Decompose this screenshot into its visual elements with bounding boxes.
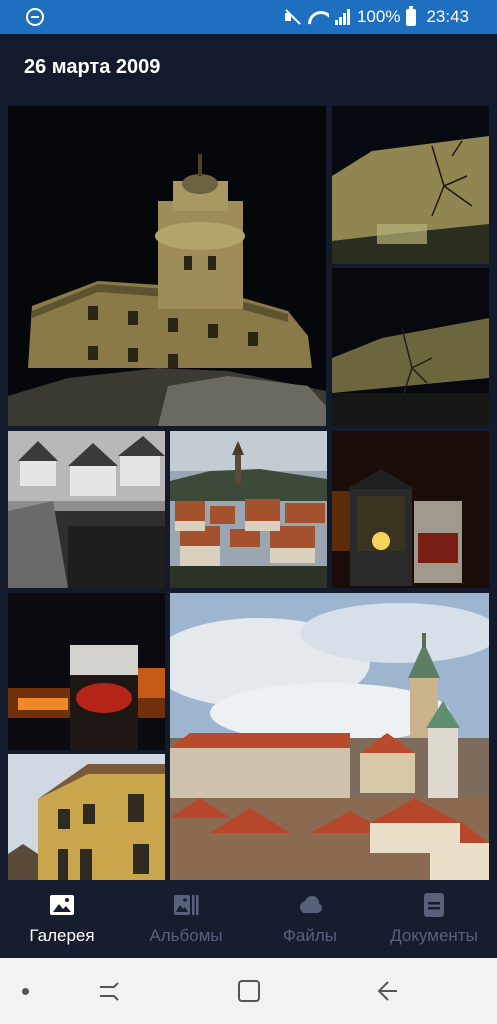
battery-icon xyxy=(406,5,417,26)
bottom-navigation: Галерея Альбомы Файлы Документы xyxy=(0,880,497,958)
image-icon xyxy=(50,895,74,915)
do-not-disturb-icon xyxy=(26,8,44,26)
nav-documents-label: Документы xyxy=(390,926,478,945)
dot-indicator xyxy=(22,988,29,995)
status-bar: 100% 23:43 xyxy=(0,0,497,34)
back-icon[interactable] xyxy=(374,978,400,1004)
status-icons: 100% 23:43 xyxy=(283,5,469,29)
signal-icon xyxy=(334,9,351,25)
nav-gallery[interactable]: Галерея xyxy=(10,880,114,958)
date-title: 26 марта 2009 xyxy=(24,56,161,78)
photo-castle-tower-day[interactable] xyxy=(170,593,489,880)
photo-yellow-house[interactable] xyxy=(8,754,165,880)
photo-castle-tower-night[interactable] xyxy=(8,106,326,426)
nav-files[interactable]: Файлы xyxy=(258,880,362,958)
clock: 23:43 xyxy=(426,7,469,26)
photo-lantern-beer[interactable] xyxy=(332,431,489,588)
document-icon xyxy=(424,893,444,917)
photo-castle-wall-night[interactable] xyxy=(332,106,489,264)
albums-icon xyxy=(174,895,199,915)
wifi-icon xyxy=(307,9,329,25)
nav-albums[interactable]: Альбомы xyxy=(134,880,238,958)
cloud-icon xyxy=(300,896,322,913)
nav-gallery-label: Галерея xyxy=(29,926,95,945)
nav-albums-label: Альбомы xyxy=(149,926,223,945)
photo-town-panorama[interactable] xyxy=(170,431,327,588)
mute-icon xyxy=(283,9,301,25)
battery-percent: 100% xyxy=(356,7,401,26)
photo-castle-river-night[interactable] xyxy=(332,268,489,426)
recent-apps-icon[interactable] xyxy=(96,978,122,1004)
photo-old-town-bw[interactable] xyxy=(8,431,165,588)
nav-documents[interactable]: Документы xyxy=(382,880,486,958)
home-icon[interactable] xyxy=(236,978,262,1004)
photo-grid xyxy=(0,106,497,880)
nav-files-label: Файлы xyxy=(282,926,337,945)
date-header: 26 марта 2009 xyxy=(0,34,497,106)
system-navigation-bar xyxy=(0,958,497,1024)
photo-beer-glass[interactable] xyxy=(8,593,165,750)
